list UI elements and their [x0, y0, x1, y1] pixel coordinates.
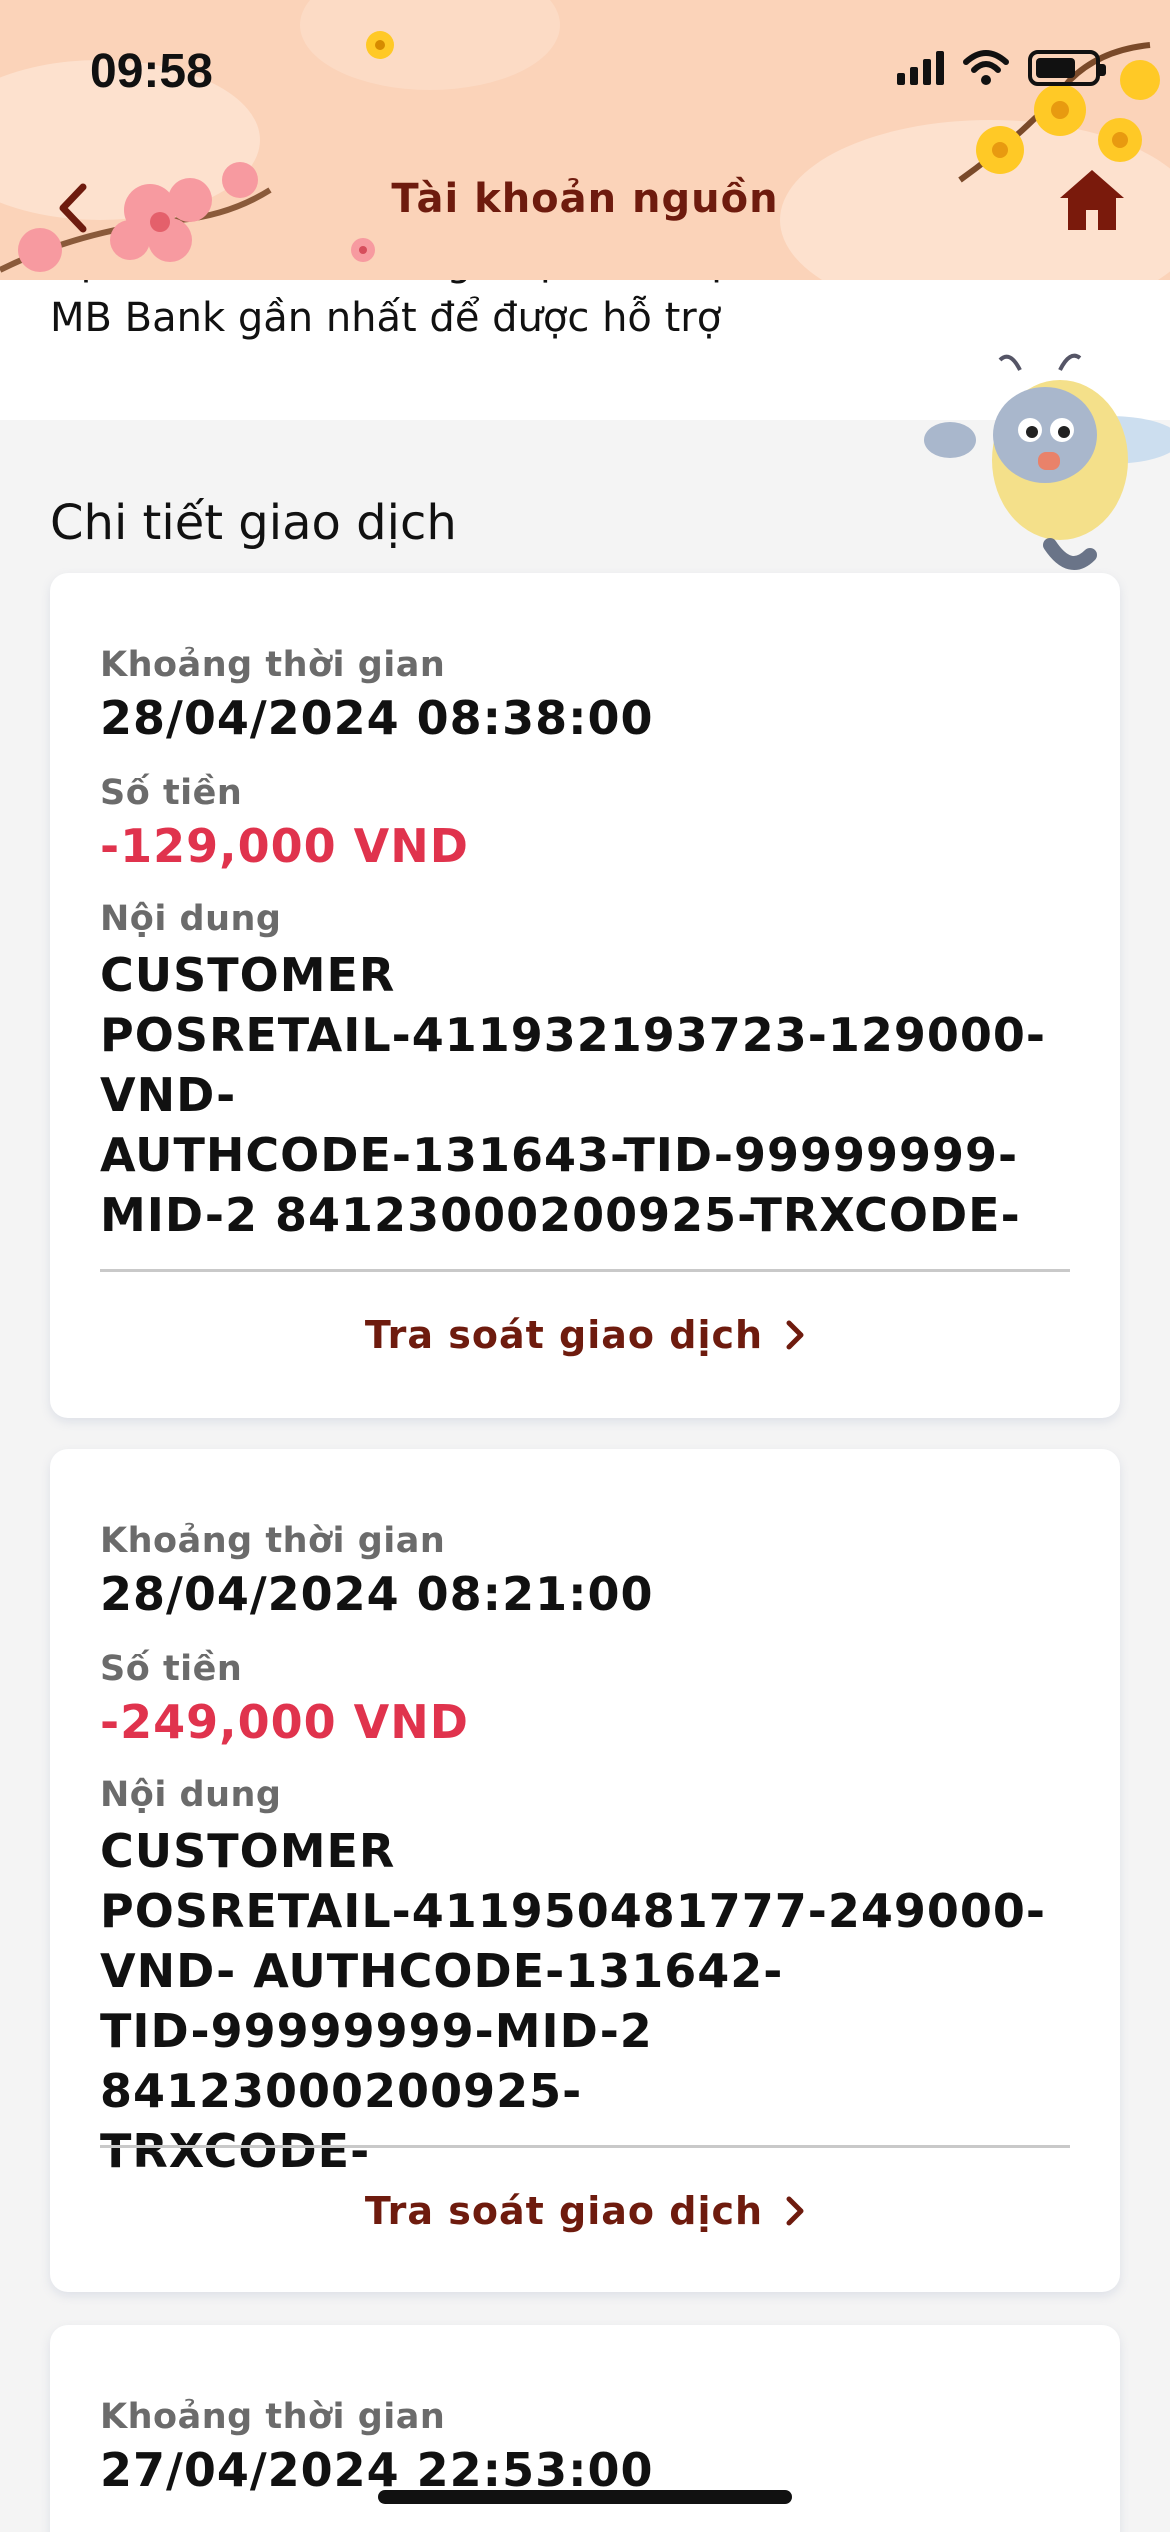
time-label: Khoảng thời gian [100, 645, 446, 685]
bee-mascot [924, 353, 1170, 570]
status-time: 09:58 [90, 45, 213, 98]
chevron-right-icon [786, 1320, 804, 1350]
transaction-amount: -249,000 VND [100, 1695, 469, 1749]
amount-field: Số tiền -129,000 VND [100, 773, 469, 873]
app-header: 09:58 Tài khoản nguồn [0, 0, 1170, 280]
inquiry-button[interactable]: Tra soát giao dịch [50, 2189, 1120, 2233]
status-bar: 09:58 [0, 0, 1170, 140]
content-line: TRXCODE- [100, 2124, 371, 2178]
inquiry-label: Tra soát giao dịch [364, 2189, 764, 2233]
content-line: POSRETAIL-411950481777-249000- [100, 1884, 1047, 1938]
content-field: Nội dung CUSTOMER POSRETAIL-411932193723… [100, 899, 1080, 1245]
time-field: Khoảng thời gian 28/04/2024 08:38:00 [100, 645, 654, 745]
transaction-content: CUSTOMER POSRETAIL-411950481777-249000- … [100, 1821, 1080, 2181]
content-line: AUTHCODE-131643-TID-99999999- [100, 1128, 1019, 1182]
transaction-datetime: 28/04/2024 08:21:00 [100, 1567, 654, 1621]
home-icon [1060, 170, 1124, 230]
amount-field: Số tiền -249,000 VND [100, 1649, 469, 1749]
time-label: Khoảng thời gian [100, 2397, 446, 2437]
wifi-icon [963, 50, 1009, 85]
page-title: Tài khoản nguồn [391, 176, 779, 222]
time-label: Khoảng thời gian [100, 1521, 446, 1561]
notice-line: MB Bank gần nhất để được hỗ trợ [50, 295, 722, 341]
home-button[interactable] [1056, 164, 1128, 236]
nav-bar: Tài khoản nguồn [0, 150, 1170, 260]
cellular-signal-icon [897, 51, 944, 85]
amount-label: Số tiền [100, 1649, 243, 1689]
transaction-datetime: 27/04/2024 22:53:00 [100, 2443, 654, 2497]
content-line: TID-99999999-MID-2 84123000200925- [100, 2004, 653, 2118]
status-icons [897, 50, 1106, 86]
content-field: Nội dung CUSTOMER POSRETAIL-411950481777… [100, 1775, 1080, 2181]
time-field: Khoảng thời gian 28/04/2024 08:21:00 [100, 1521, 654, 1621]
content-line: CUSTOMER [100, 1824, 396, 1878]
inquiry-label: Tra soát giao dịch [364, 1313, 764, 1357]
content-line: POSRETAIL-411932193723-129000-VND- [100, 1008, 1047, 1122]
time-field: Khoảng thời gian 27/04/2024 22:53:00 [100, 2397, 654, 2497]
transaction-content: CUSTOMER POSRETAIL-411932193723-129000-V… [100, 945, 1080, 1245]
transaction-amount: -129,000 VND [100, 819, 469, 873]
transaction-card: Khoảng thời gian 28/04/2024 08:21:00 Số … [50, 1449, 1120, 2292]
battery-icon [1028, 50, 1106, 86]
section-title: Chi tiết giao dịch [50, 495, 457, 551]
content-line: CUSTOMER [100, 948, 396, 1002]
content-label: Nội dung [100, 899, 282, 939]
divider [100, 1269, 1070, 1272]
chevron-right-icon [786, 2196, 804, 2226]
home-indicator[interactable] [378, 2490, 792, 2504]
content-label: Nội dung [100, 1775, 282, 1815]
content-line: VND- AUTHCODE-131642- [100, 1944, 784, 1998]
divider [100, 2145, 1070, 2148]
inquiry-button[interactable]: Tra soát giao dịch [50, 1313, 1120, 1357]
transaction-card: Khoảng thời gian 28/04/2024 08:38:00 Số … [50, 573, 1120, 1418]
content-line: MID-2 84123000200925-TRXCODE- [100, 1188, 1021, 1242]
amount-label: Số tiền [100, 773, 243, 813]
transaction-datetime: 28/04/2024 08:38:00 [100, 691, 654, 745]
